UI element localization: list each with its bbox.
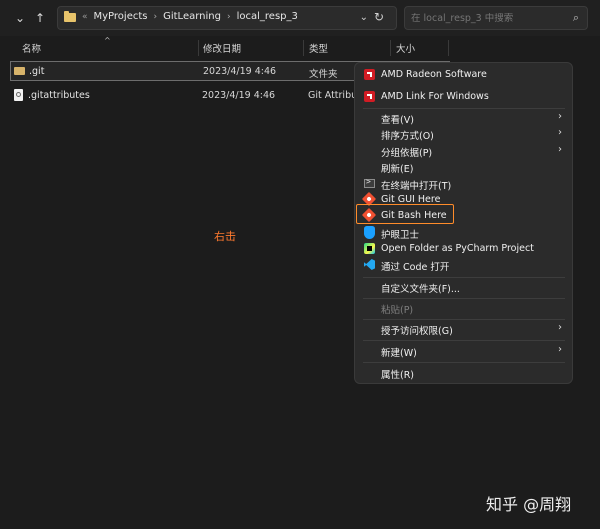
amd-icon bbox=[364, 69, 375, 80]
menu-separator bbox=[363, 319, 565, 320]
menu-item-group-by[interactable]: 分组依据(P) › bbox=[361, 143, 566, 159]
menu-item-open-pycharm[interactable]: Open Folder as PyCharm Project bbox=[361, 241, 566, 257]
breadcrumb-item-myprojects[interactable]: MyProjects bbox=[94, 11, 148, 22]
search-box[interactable]: ⌕ bbox=[404, 6, 588, 30]
file-name: .gitattributes bbox=[28, 90, 90, 101]
menu-item-amd-radeon-software[interactable]: AMD Radeon Software bbox=[361, 67, 566, 83]
file-explorer-window: ⌄ ↑ « MyProjects › GitLearning › local_r… bbox=[0, 0, 600, 529]
chevron-right-icon: › bbox=[558, 127, 562, 138]
column-header-name[interactable]: 名称 bbox=[22, 41, 41, 55]
file-date: 2023/4/19 4:46 bbox=[202, 90, 276, 101]
pycharm-icon bbox=[364, 243, 375, 254]
breadcrumb-item-local-resp-3[interactable]: local_resp_3 bbox=[237, 11, 298, 22]
vscode-icon bbox=[364, 259, 375, 270]
amd-icon bbox=[364, 91, 375, 102]
menu-item-view[interactable]: 查看(V) › bbox=[361, 110, 566, 126]
up-arrow-icon[interactable]: ↑ bbox=[32, 10, 48, 26]
column-divider[interactable] bbox=[448, 40, 449, 56]
menu-item-git-bash-here[interactable]: Git Bash Here bbox=[361, 207, 566, 224]
git-icon bbox=[361, 191, 377, 207]
folder-icon bbox=[64, 11, 76, 22]
menu-item-amd-link[interactable]: AMD Link For Windows bbox=[361, 89, 566, 105]
column-header-modified[interactable]: 修改日期 bbox=[203, 41, 241, 55]
chevron-down-icon[interactable]: ⌄ bbox=[360, 12, 368, 23]
menu-item-refresh[interactable]: 刷新(E) bbox=[361, 159, 566, 175]
chevron-right-icon: › bbox=[226, 11, 231, 22]
column-divider[interactable] bbox=[198, 40, 199, 56]
chevron-right-icon: › bbox=[558, 144, 562, 155]
chevron-right-icon: › bbox=[153, 11, 158, 22]
search-icon: ⌕ bbox=[572, 11, 579, 24]
refresh-icon[interactable]: ↻ bbox=[374, 10, 384, 24]
menu-item-sort-by[interactable]: 排序方式(O) › bbox=[361, 126, 566, 142]
menu-separator bbox=[363, 340, 565, 341]
menu-item-git-gui-here[interactable]: Git GUI Here bbox=[361, 191, 566, 208]
terminal-icon bbox=[364, 177, 375, 188]
breadcrumb-overflow-icon[interactable]: « bbox=[82, 12, 88, 22]
chevron-right-icon: › bbox=[558, 322, 562, 333]
context-menu: AMD Radeon Software AMD Link For Windows… bbox=[354, 62, 573, 384]
file-icon bbox=[14, 89, 23, 101]
file-name: .git bbox=[29, 66, 45, 77]
recent-locations-dropdown-icon[interactable]: ⌄ bbox=[12, 10, 28, 26]
menu-separator bbox=[363, 108, 565, 109]
menu-item-new[interactable]: 新建(W) › bbox=[361, 343, 566, 359]
navigation-bar: ⌄ ↑ « MyProjects › GitLearning › local_r… bbox=[0, 0, 600, 36]
git-icon bbox=[361, 207, 377, 223]
menu-separator bbox=[363, 298, 565, 299]
menu-item-properties[interactable]: 属性(R) bbox=[361, 365, 566, 381]
file-type: Git Attribu bbox=[308, 90, 358, 101]
column-divider[interactable] bbox=[303, 40, 304, 56]
menu-item-paste: 粘贴(P) bbox=[381, 305, 414, 316]
menu-item-eye-guard[interactable]: 护眼卫士 bbox=[361, 225, 566, 241]
address-bar[interactable]: « MyProjects › GitLearning › local_resp_… bbox=[57, 6, 397, 30]
file-type: 文件夹 bbox=[309, 69, 338, 80]
breadcrumb: « MyProjects › GitLearning › local_resp_… bbox=[82, 11, 298, 22]
watermark-text: 知乎 @周翔 bbox=[486, 495, 572, 514]
menu-separator bbox=[363, 362, 565, 363]
sort-up-icon: ^ bbox=[104, 36, 111, 45]
breadcrumb-item-gitlearning[interactable]: GitLearning bbox=[163, 11, 221, 22]
column-header-type[interactable]: 类型 bbox=[309, 41, 328, 55]
file-date: 2023/4/19 4:46 bbox=[203, 66, 277, 77]
menu-item-give-access[interactable]: 授予访问权限(G) › bbox=[361, 321, 566, 337]
menu-item-open-in-terminal[interactable]: 在终端中打开(T) bbox=[361, 176, 566, 192]
column-headers: ^ 名称 修改日期 类型 大小 bbox=[0, 36, 600, 58]
folder-icon bbox=[14, 67, 25, 75]
right-click-annotation: 右击 bbox=[214, 230, 236, 243]
column-header-size[interactable]: 大小 bbox=[396, 41, 415, 55]
menu-separator bbox=[363, 277, 565, 278]
column-divider[interactable] bbox=[390, 40, 391, 56]
shield-icon bbox=[364, 226, 375, 239]
menu-item-open-with-code[interactable]: 通过 Code 打开 bbox=[361, 257, 566, 273]
menu-item-customize-folder[interactable]: 自定义文件夹(F)... bbox=[361, 279, 566, 295]
chevron-right-icon: › bbox=[558, 344, 562, 355]
search-input[interactable] bbox=[405, 12, 567, 24]
chevron-right-icon: › bbox=[558, 111, 562, 122]
